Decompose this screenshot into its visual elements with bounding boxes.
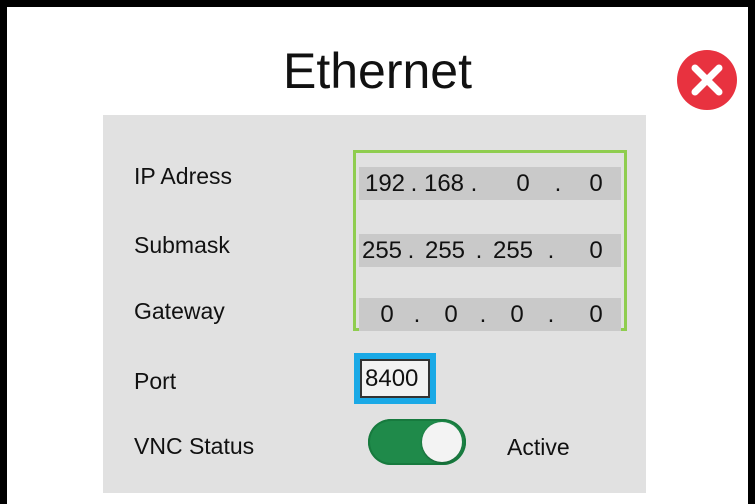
gateway-label: Gateway: [134, 298, 225, 324]
octet-separator: .: [475, 237, 483, 264]
octet-separator: .: [407, 237, 415, 264]
submask-octet-2[interactable]: 255: [417, 234, 473, 267]
ip-octet-1[interactable]: 192: [362, 167, 408, 200]
octet-separator: .: [547, 301, 555, 328]
toggle-knob[interactable]: [422, 422, 462, 462]
port-label: Port: [134, 368, 177, 394]
close-button[interactable]: [676, 49, 738, 111]
submask-label: Submask: [134, 232, 230, 258]
ip-octet-4[interactable]: 0: [571, 167, 621, 200]
window-title: Ethernet: [282, 43, 472, 99]
port-field-highlight: [354, 353, 436, 404]
gateway-octet-3[interactable]: 0: [499, 298, 535, 331]
gateway-octet-4[interactable]: 0: [571, 298, 621, 331]
ip-octet-3[interactable]: 0: [495, 167, 551, 200]
submask-octet-4[interactable]: 0: [571, 234, 621, 267]
ip-octet-2[interactable]: 168: [420, 167, 468, 200]
octet-separator: .: [547, 237, 555, 264]
gateway-field[interactable]: 0 . 0 . 0 . 0: [359, 298, 621, 331]
vnc-status-label: VNC Status: [134, 433, 255, 459]
octet-separator: .: [410, 170, 418, 197]
port-input[interactable]: [360, 359, 430, 398]
octet-separator: .: [470, 170, 478, 197]
submask-octet-1[interactable]: 255: [359, 234, 405, 267]
octet-separator: .: [479, 301, 487, 328]
ip-address-label: IP Adress: [134, 163, 233, 189]
close-circle-icon: [677, 50, 737, 110]
settings-panel: IP Adress Submask Gateway Port VNC Statu…: [103, 115, 646, 493]
gateway-octet-2[interactable]: 0: [433, 298, 469, 331]
octet-separator: .: [554, 170, 562, 197]
submask-field[interactable]: 255 . 255 . 255 . 0: [359, 234, 621, 267]
gateway-octet-1[interactable]: 0: [369, 298, 405, 331]
ip-address-field[interactable]: 192 . 168 . 0 . 0: [359, 167, 621, 200]
ethernet-window: Ethernet IP Adress Submask Gateway Port …: [0, 0, 755, 504]
network-address-group: 192 . 168 . 0 . 0 255 . 255 . 255 . 0 0: [353, 150, 627, 331]
submask-octet-3[interactable]: 255: [485, 234, 541, 267]
vnc-status-toggle[interactable]: [368, 419, 466, 465]
vnc-status-text: Active: [507, 434, 570, 460]
octet-separator: .: [413, 301, 421, 328]
